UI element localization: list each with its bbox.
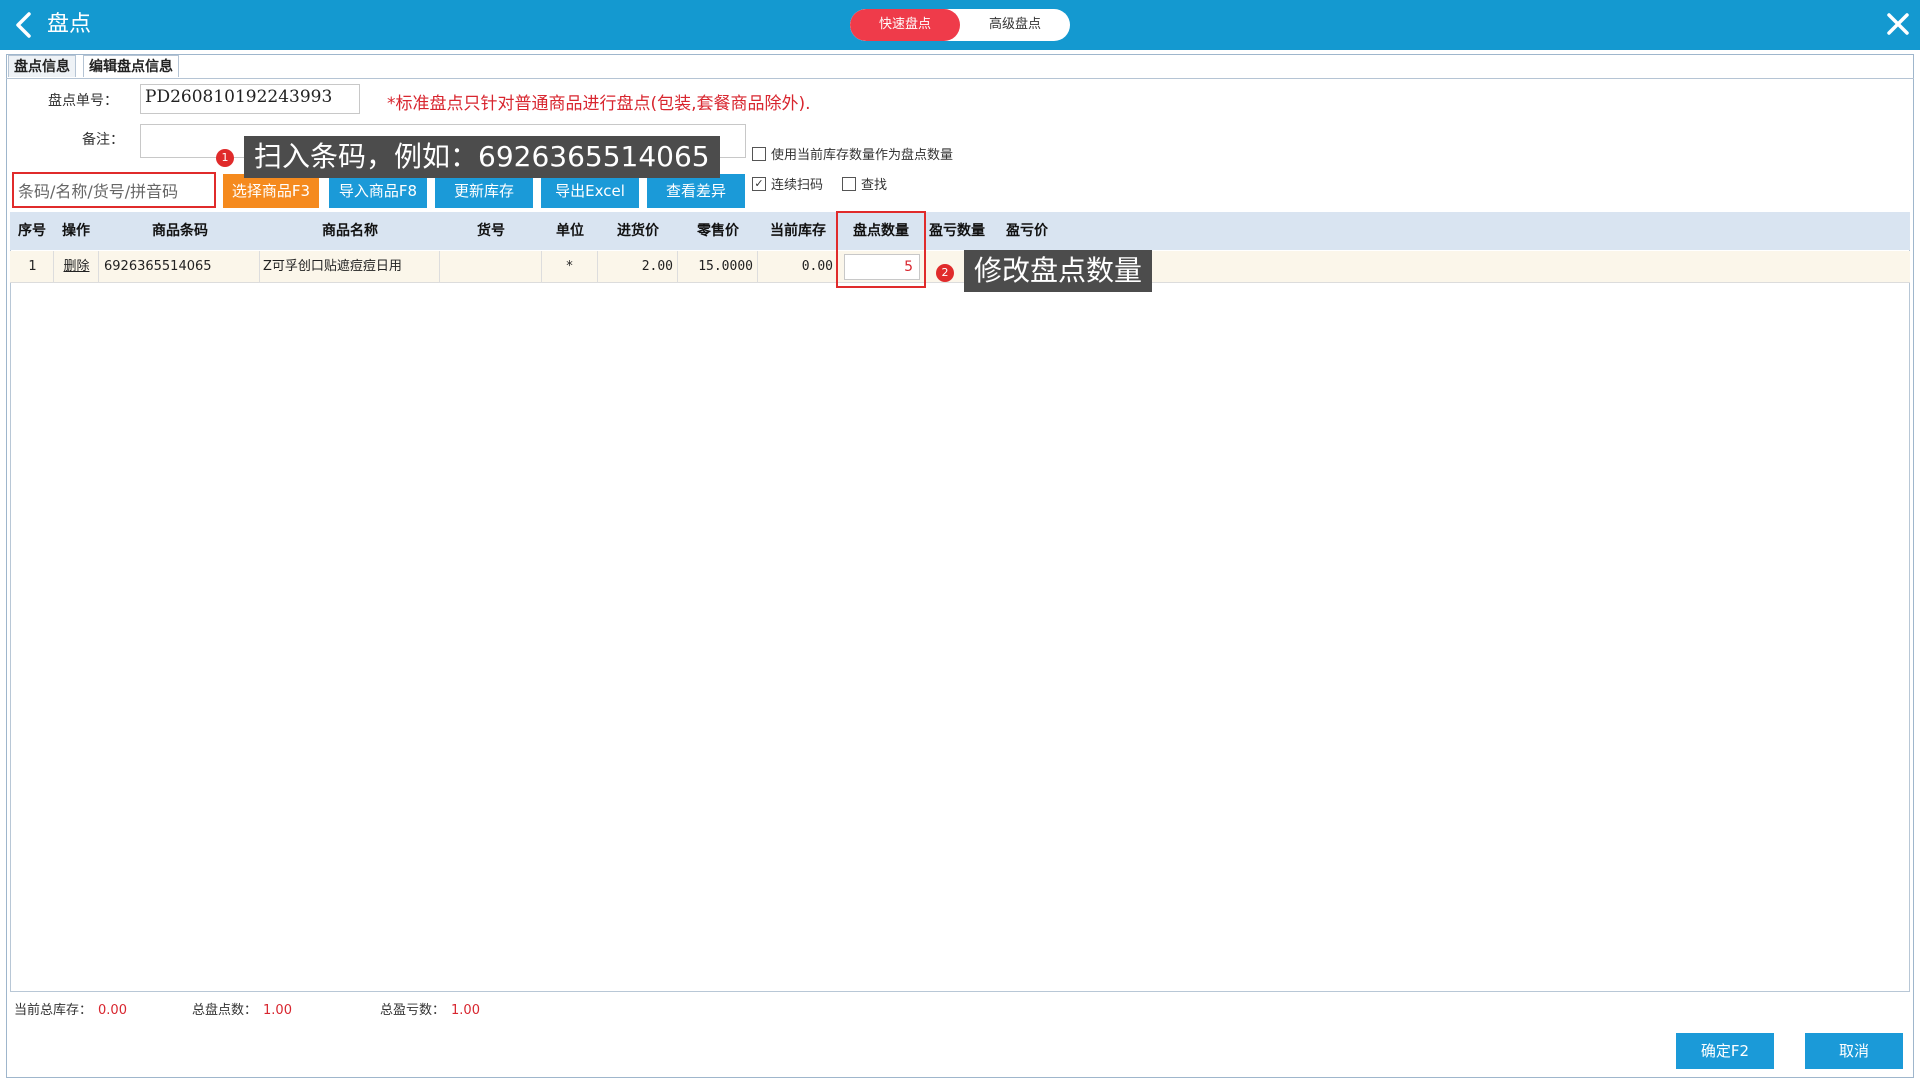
use-current-stock-label: 使用当前库存数量作为盘点数量 — [771, 148, 954, 163]
cancel-button[interactable]: 取消 — [1805, 1033, 1903, 1069]
count-qty-highlight — [836, 211, 926, 288]
export-excel-button[interactable]: 导出Excel — [541, 174, 639, 208]
checkbox-icon — [752, 146, 766, 161]
col-header-index: 序号 — [18, 223, 46, 239]
total-diff-value: 1.00 — [451, 1003, 480, 1018]
col-header-diff-qty: 盈亏数量 — [929, 223, 985, 239]
continuous-scan-label: 连续扫码 — [771, 178, 824, 193]
col-header-name: 商品名称 — [322, 223, 378, 239]
row-purchase-price: 2.00 — [598, 251, 678, 283]
tab-divider — [6, 78, 1914, 79]
checkbox-checked-icon — [752, 176, 766, 191]
col-header-barcode: 商品条码 — [152, 223, 208, 239]
inventory-table — [10, 212, 1910, 992]
step-badge-1: 1 — [216, 149, 234, 167]
total-diff-summary: 总盈亏数： 1.00 — [380, 999, 480, 1018]
col-header-item-no: 货号 — [477, 223, 505, 239]
mode-switch: 快速盘点 高级盘点 — [850, 9, 1070, 41]
col-header-current-stock: 当前库存 — [770, 223, 826, 239]
use-current-stock-checkbox[interactable]: 使用当前库存数量作为盘点数量 — [752, 144, 953, 163]
col-header-action: 操作 — [62, 223, 90, 239]
note-label: 备注： — [82, 132, 124, 148]
checkbox-icon — [842, 176, 856, 191]
row-unit: * — [542, 251, 598, 283]
continuous-scan-checkbox[interactable]: 连续扫码 — [752, 174, 823, 193]
confirm-button[interactable]: 确定F2 — [1676, 1033, 1774, 1069]
row-product-name: Z可孚创口贴遮痘痘日用 — [260, 251, 440, 283]
delete-row-link[interactable]: 删除 — [55, 251, 99, 283]
view-difference-button[interactable]: 查看差异 — [647, 174, 745, 208]
back-arrow-icon[interactable] — [8, 8, 42, 42]
col-header-unit: 单位 — [556, 223, 584, 239]
total-count-summary: 总盘点数： 1.00 — [192, 999, 292, 1018]
update-stock-button[interactable]: 更新库存 — [435, 174, 533, 208]
order-number-label: 盘点单号： — [48, 93, 118, 109]
quick-inventory-tab[interactable]: 快速盘点 — [850, 9, 960, 41]
current-stock-value: 0.00 — [98, 1003, 127, 1018]
import-product-button[interactable]: 导入商品F8 — [329, 174, 427, 208]
scan-barcode-tooltip: 扫入条码，例如：6926365514065 — [244, 136, 720, 178]
col-header-diff-price: 盈亏价 — [1006, 223, 1048, 239]
total-count-value: 1.00 — [263, 1003, 292, 1018]
modify-quantity-tooltip: 修改盘点数量 — [964, 250, 1153, 292]
tab-edit-inventory-info[interactable]: 编辑盘点信息 — [83, 55, 179, 77]
row-retail-price: 15.0000 — [678, 251, 758, 283]
step-badge-2: 2 — [936, 264, 954, 282]
row-barcode: 6926365514065 — [100, 251, 260, 283]
current-stock-label: 当前总库存： — [14, 1003, 93, 1018]
row-current-stock: 0.00 — [758, 251, 838, 283]
col-header-retail-price: 零售价 — [697, 223, 739, 239]
select-product-button[interactable]: 选择商品F3 — [223, 174, 319, 208]
row-item-no — [440, 251, 542, 283]
total-diff-label: 总盈亏数： — [380, 1003, 446, 1018]
order-number-field[interactable]: PD260810192243993 — [140, 84, 360, 114]
standard-inventory-notice: *标准盘点只针对普通商品进行盘点(包装,套餐商品除外). — [387, 94, 811, 114]
find-checkbox[interactable]: 查找 — [842, 174, 887, 193]
total-count-label: 总盘点数： — [192, 1003, 258, 1018]
close-icon[interactable] — [1880, 6, 1916, 42]
page-title: 盘点 — [47, 12, 92, 37]
row-index: 1 — [12, 251, 54, 283]
find-label: 查找 — [861, 178, 888, 193]
current-stock-summary: 当前总库存： 0.00 — [14, 999, 127, 1018]
barcode-search-input[interactable]: 条码/名称/货号/拼音码 — [12, 172, 216, 208]
col-header-purchase-price: 进货价 — [617, 223, 659, 239]
advanced-inventory-tab[interactable]: 高级盘点 — [960, 9, 1070, 41]
tab-inventory-info[interactable]: 盘点信息 — [8, 55, 76, 77]
